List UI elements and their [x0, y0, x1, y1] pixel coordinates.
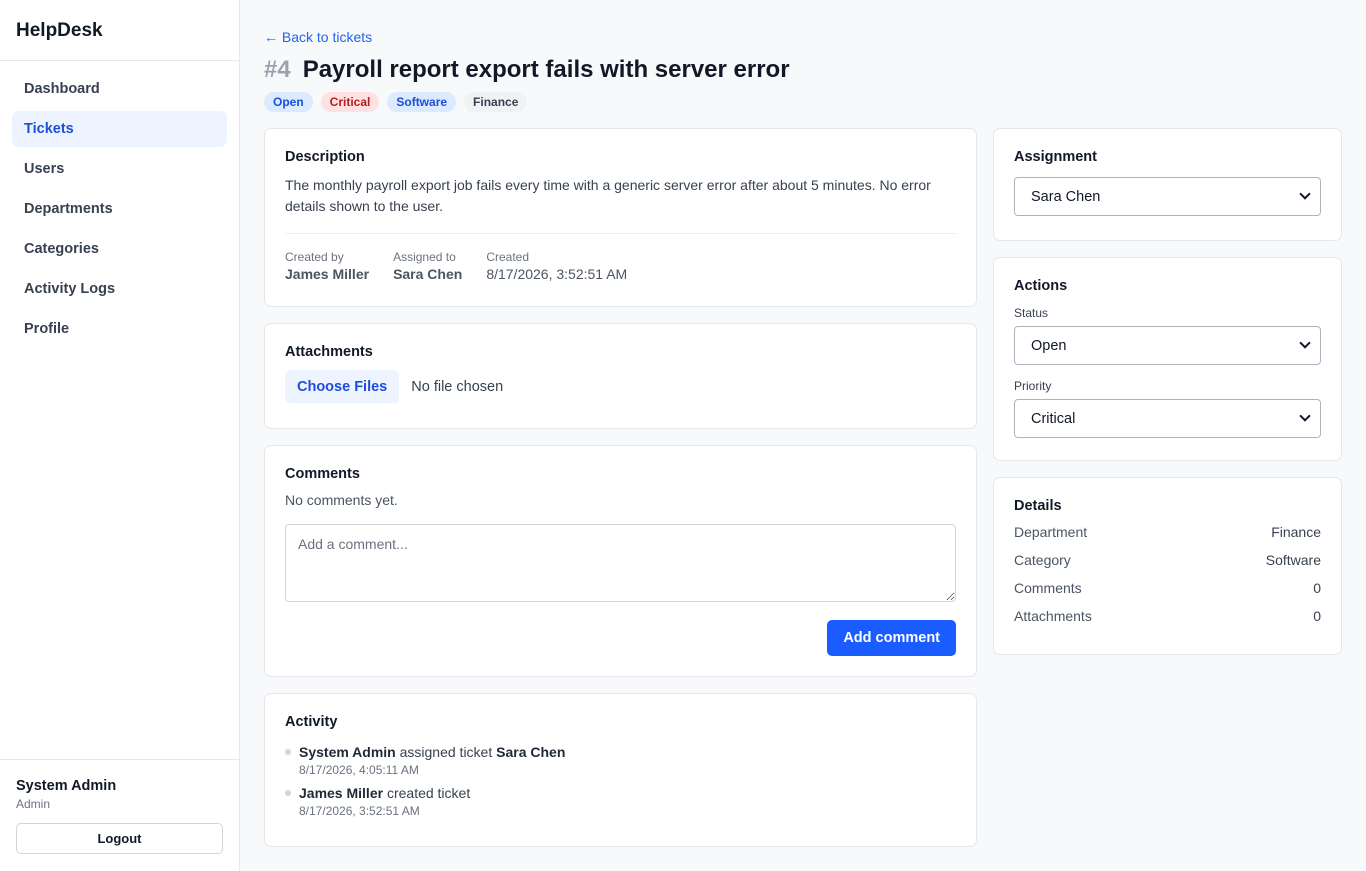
assignment-heading: Assignment: [1014, 149, 1097, 165]
assignment-card: Assignment Sara Chen: [993, 128, 1342, 241]
attachments-card: Attachments Choose Files No file chosen: [264, 323, 977, 429]
sidebar-nav: Dashboard Tickets Users Departments Cate…: [0, 61, 239, 347]
activity-actor: System Admin: [299, 744, 396, 760]
actions-card: Actions Status Open Priority Critical: [993, 257, 1342, 461]
status-label: Status: [1014, 306, 1049, 320]
detail-row-department: Department Finance: [1014, 518, 1321, 546]
comment-input[interactable]: [285, 524, 956, 602]
category-badge: Software: [387, 92, 457, 112]
sidebar-item-profile[interactable]: Profile: [12, 311, 227, 347]
activity-card: Activity System Admin assigned ticket Sa…: [264, 693, 977, 847]
description-heading: Description: [285, 149, 365, 165]
activity-item: System Admin assigned ticket Sara Chen 8…: [285, 744, 956, 777]
priority-select-wrap: Critical: [1014, 399, 1321, 438]
timeline-dot-icon: [285, 749, 291, 755]
back-to-tickets-link[interactable]: ← Back to tickets: [264, 29, 372, 45]
activity-action: assigned ticket: [399, 744, 493, 760]
detail-row-attachments: Attachments 0: [1014, 602, 1321, 630]
ticket-number: #4: [264, 56, 291, 83]
ticket-title: Payroll report export fails with server …: [302, 56, 790, 83]
details-card: Details Department Finance Category Soft…: [993, 477, 1342, 655]
current-user-role: Admin: [16, 797, 51, 811]
choose-files-button[interactable]: Choose Files: [285, 370, 400, 403]
sidebar-item-categories[interactable]: Categories: [12, 231, 227, 267]
actions-heading: Actions: [1014, 278, 1068, 294]
status-badge: Open: [264, 92, 313, 112]
department-badge: Finance: [464, 92, 528, 112]
detail-label: Comments: [1014, 580, 1082, 596]
assignee-select[interactable]: Sara Chen: [1014, 177, 1321, 216]
activity-line: System Admin assigned ticket Sara Chen: [299, 744, 956, 760]
activity-actor: James Miller: [299, 785, 384, 801]
activity-target: Sara Chen: [496, 744, 566, 760]
activity-time: 8/17/2026, 3:52:51 AM: [299, 804, 420, 818]
activity-line: James Miller created ticket: [299, 785, 956, 801]
comments-heading: Comments: [285, 466, 360, 482]
detail-value: 0: [1313, 608, 1321, 624]
detail-label: Category: [1014, 552, 1071, 568]
logout-button[interactable]: Logout: [16, 823, 223, 854]
meta-label: Assigned to: [393, 250, 456, 264]
sidebar-item-users[interactable]: Users: [12, 151, 227, 187]
ticket-meta: Created by James Miller Assigned to Sara…: [285, 233, 956, 282]
activity-action: created ticket: [386, 785, 471, 801]
detail-label: Attachments: [1014, 608, 1092, 624]
details-heading: Details: [1014, 498, 1062, 514]
activity-item: James Miller created ticket 8/17/2026, 3…: [285, 785, 956, 818]
priority-label: Priority: [1014, 379, 1052, 393]
detail-value: Finance: [1271, 524, 1321, 540]
detail-row-comments: Comments 0: [1014, 574, 1321, 602]
sidebar: HelpDesk Dashboard Tickets Users Departm…: [0, 0, 240, 871]
activity-heading: Activity: [285, 714, 338, 730]
meta-assigned-to: Assigned to Sara Chen: [393, 250, 462, 282]
priority-select[interactable]: Critical: [1014, 399, 1321, 438]
meta-label: Created: [486, 250, 530, 264]
page-title: #4 Payroll report export fails with serv…: [264, 56, 790, 84]
file-input: Choose Files No file chosen: [285, 370, 956, 403]
sidebar-item-activity-logs[interactable]: Activity Logs: [12, 271, 227, 307]
assigned-to-value: Sara Chen: [393, 266, 463, 282]
ticket-badges: Open Critical Software Finance: [264, 92, 528, 112]
sidebar-item-tickets[interactable]: Tickets: [12, 111, 227, 147]
status-select-wrap: Open: [1014, 326, 1321, 365]
file-status: No file chosen: [411, 378, 504, 395]
meta-created-by: Created by James Miller: [285, 250, 369, 282]
status-select[interactable]: Open: [1014, 326, 1321, 365]
priority-badge: Critical: [320, 92, 380, 112]
description-card: Description The monthly payroll export j…: [264, 128, 977, 307]
sidebar-item-dashboard[interactable]: Dashboard: [12, 71, 227, 107]
assignee-select-wrap: Sara Chen: [1014, 177, 1321, 216]
current-user-name: System Admin: [16, 778, 117, 794]
created-value: 8/17/2026, 3:52:51 AM: [486, 266, 628, 282]
detail-value: Software: [1265, 552, 1321, 568]
comments-card: Comments No comments yet. Add comment: [264, 445, 977, 677]
app-logo: HelpDesk: [0, 0, 239, 61]
detail-label: Department: [1014, 524, 1088, 540]
no-comments-text: No comments yet.: [285, 492, 398, 508]
description-text: The monthly payroll export job fails eve…: [285, 177, 931, 214]
detail-row-category: Category Software: [1014, 546, 1321, 574]
sidebar-user-panel: System Admin Admin Logout: [0, 759, 240, 871]
activity-time: 8/17/2026, 4:05:11 AM: [299, 763, 419, 777]
add-comment-button[interactable]: Add comment: [827, 620, 956, 656]
detail-value: 0: [1313, 580, 1321, 596]
meta-created: Created 8/17/2026, 3:52:51 AM: [486, 250, 627, 282]
created-by-value: James Miller: [285, 266, 370, 282]
attachments-heading: Attachments: [285, 344, 373, 360]
sidebar-item-departments[interactable]: Departments: [12, 191, 227, 227]
timeline-dot-icon: [285, 790, 291, 796]
meta-label: Created by: [285, 250, 344, 264]
